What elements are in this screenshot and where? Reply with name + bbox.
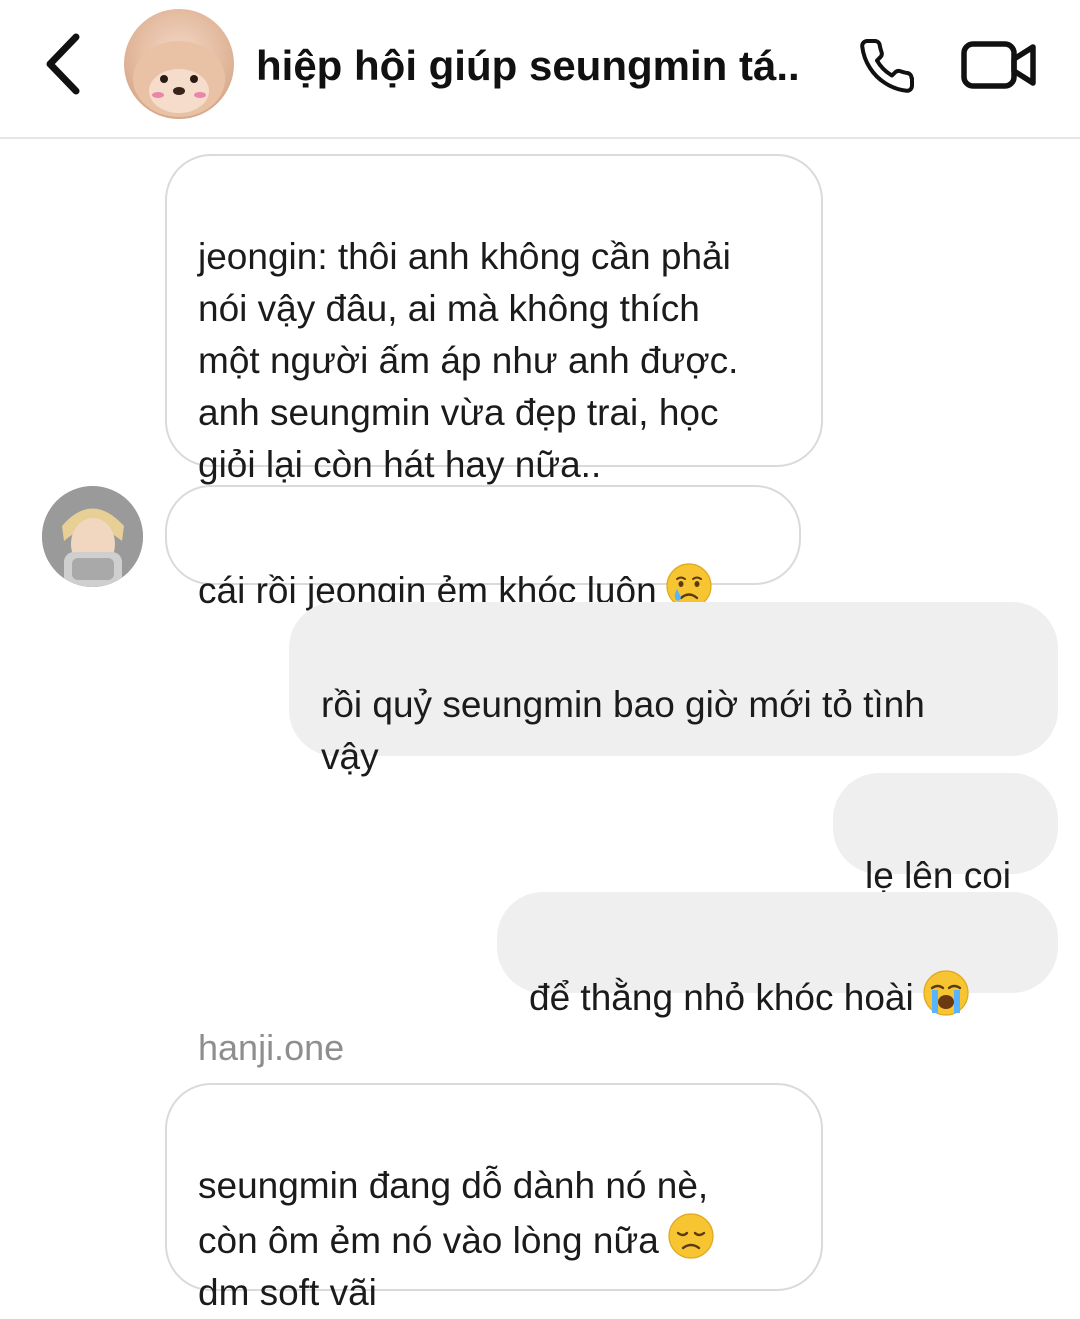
message-text: lẹ lên coi	[865, 855, 1012, 896]
sender-name[interactable]: hanji.one	[198, 1025, 344, 1071]
message-text: jeongin: thôi anh không cần phải nói vậy…	[198, 236, 739, 485]
message-bubble-outgoing[interactable]: lẹ lên coi	[833, 773, 1058, 896]
video-camera-icon	[961, 41, 1036, 89]
message-bubble-outgoing[interactable]: để thằng nhỏ khóc hoài	[497, 892, 1058, 1018]
message-bubble-incoming[interactable]: jeongin: thôi anh không cần phải nói vậy…	[165, 154, 823, 485]
member-photo-image	[42, 486, 143, 587]
video-call-button[interactable]	[958, 37, 1040, 93]
group-avatar[interactable]	[124, 9, 234, 119]
loudly-crying-face-icon	[923, 970, 969, 1016]
disappointed-face-icon	[668, 1213, 714, 1259]
chevron-left-icon	[46, 33, 80, 95]
message-bubble-incoming[interactable]: seungmin đang dỗ dành nó nè, còn ôm ẻm n…	[165, 1083, 823, 1313]
hamster-avatar-image	[133, 41, 225, 117]
message-text: rồi quỷ seungmin bao giờ mới tỏ tình vậy	[321, 684, 925, 777]
message-text: để thằng nhỏ khóc hoài	[529, 977, 914, 1018]
phone-icon	[860, 38, 915, 93]
message-bubble-incoming[interactable]: cái rồi jeongin ẻm khóc luôn	[165, 485, 801, 611]
message-bubble-outgoing[interactable]: rồi quỷ seungmin bao giờ mới tỏ tình vậy	[289, 602, 1058, 777]
member-avatar[interactable]	[42, 486, 143, 587]
chat-header: hiệp hội giúp seungmin tá..	[0, 0, 1080, 139]
chat-title[interactable]: hiệp hội giúp seungmin tá..	[256, 40, 826, 92]
back-button[interactable]	[30, 26, 94, 102]
audio-call-button[interactable]	[854, 33, 920, 99]
message-text: dm soft vãi	[198, 1272, 377, 1313]
message-text: seungmin đang dỗ dành nó nè, còn ôm ẻm n…	[198, 1165, 709, 1261]
